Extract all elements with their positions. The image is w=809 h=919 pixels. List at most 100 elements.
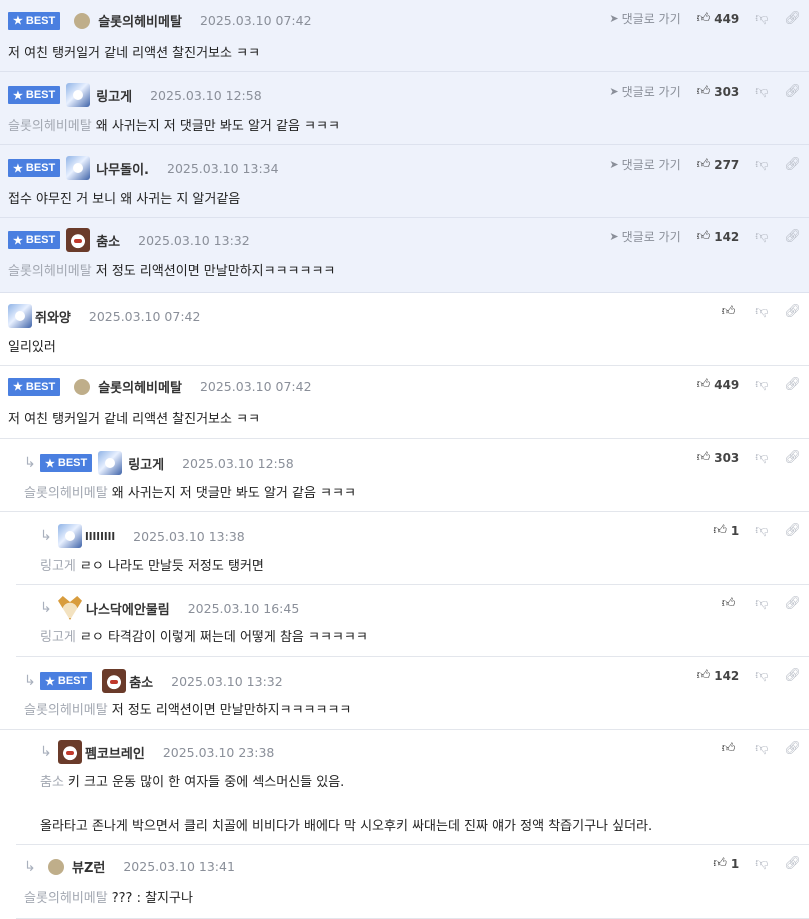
like-button[interactable]: 👍︎ 142 <box>697 229 740 244</box>
thumbs-up-icon: 👍︎ <box>696 11 711 26</box>
avatar[interactable] <box>98 451 123 475</box>
comment-author[interactable]: 나스닥에안물림 <box>86 599 170 618</box>
quote-author[interactable]: 슬롯의헤비메탈 <box>24 703 108 718</box>
link-icon[interactable]: 🔗︎ <box>784 84 801 99</box>
link-icon[interactable]: 🔗︎ <box>784 523 801 538</box>
reply-arrow-icon: ↳ <box>24 455 36 471</box>
link-icon[interactable]: 🔗︎ <box>784 304 801 319</box>
avatar[interactable] <box>66 228 91 252</box>
comment-author[interactable]: 슬롯의헤비메탈 <box>98 11 182 30</box>
comment-date: 2025.03.10 07:42 <box>199 379 312 394</box>
dislike-button[interactable]: 👎︎ <box>755 11 768 26</box>
avatar[interactable] <box>48 858 64 875</box>
like-button[interactable]: 👍︎ <box>722 741 740 756</box>
quote-author[interactable]: 춤소 <box>40 775 64 790</box>
best-badge: ★ BEST <box>40 454 93 472</box>
avatar[interactable] <box>74 378 91 395</box>
dislike-button[interactable]: 👎︎ <box>755 856 768 871</box>
comment-author[interactable]: llllllll <box>85 530 115 543</box>
comment-text: 접수 야무진 거 보니 왜 사귀는 지 알거같음 <box>8 192 241 207</box>
comment-author[interactable]: 쥐와양 <box>35 307 71 326</box>
avatar[interactable] <box>74 12 91 29</box>
goto-comment-link[interactable]: ➤ 댓글로 가기 <box>609 83 680 100</box>
send-arrow-icon: ➤ <box>609 85 619 98</box>
like-button[interactable]: 👍︎ 303 <box>697 84 740 99</box>
comment-text: 일리있러 <box>8 340 56 355</box>
comment-author[interactable]: 춤소 <box>96 231 120 250</box>
like-button[interactable]: 👍︎ <box>722 304 740 319</box>
link-icon[interactable]: 🔗︎ <box>784 377 801 392</box>
quote-author[interactable]: 링고게 <box>40 630 76 645</box>
comment-author[interactable]: 뷰Z런 <box>72 857 105 876</box>
goto-comment-link[interactable]: ➤ 댓글로 가기 <box>609 10 680 27</box>
avatar[interactable] <box>58 740 82 764</box>
like-button[interactable]: 👍︎ 142 <box>697 668 740 683</box>
avatar[interactable] <box>58 524 82 548</box>
avatar[interactable] <box>102 669 127 693</box>
like-button[interactable]: 👍︎ <box>722 596 740 611</box>
quote-author[interactable]: 링고게 <box>40 559 76 574</box>
comment-date: 2025.03.10 13:32 <box>138 232 250 248</box>
comment-author[interactable]: 펨코브레인 <box>85 743 145 762</box>
dislike-button[interactable]: 👎︎ <box>755 668 768 683</box>
avatar[interactable] <box>66 156 91 180</box>
dislike-button[interactable]: 👎︎ <box>755 523 768 538</box>
best-badge: ★ BEST <box>8 231 61 249</box>
like-button[interactable]: 👍︎ 277 <box>697 157 740 172</box>
thumbs-up-icon: 👍︎ <box>696 157 711 172</box>
comment-item: ★ BEST 링고게 2025.03.10 12:58 ➤ 댓글로 가기 👍︎ 303… <box>0 72 809 145</box>
comment-text: 슬롯의헤비메탈 왜 사귀는지 저 댓글만 봐도 알거 같음 ㅋㅋㅋ <box>8 119 340 134</box>
like-button[interactable]: 👍︎ 1 <box>713 523 739 538</box>
best-badge: ★ BEST <box>8 86 61 104</box>
comment-text: 저 여친 탱커일거 같네 리액션 찰진거보소 ㅋㅋ <box>8 412 261 427</box>
comment-text: 링고게 ㄹㅇ 타격감이 이렇게 쩌는데 어떻게 참음 ㅋㅋㅋㅋㅋ <box>40 630 368 645</box>
comment-author[interactable]: 링고게 <box>96 86 132 105</box>
comment-text: 춤소 키 크고 운동 많이 한 여자들 중에 섹스머신들 있음. <box>40 775 345 790</box>
comment-text: 슬롯의헤비메탈??? : 찰지구나 <box>24 891 193 906</box>
link-icon[interactable]: 🔗︎ <box>784 11 801 26</box>
quote-author[interactable]: 슬롯의헤비메탈 <box>24 486 108 501</box>
quote-author[interactable]: 슬롯의헤비메탈 <box>8 119 92 134</box>
dislike-button[interactable]: 👎︎ <box>755 377 768 392</box>
comment-author[interactable]: 나무돌이. <box>96 159 149 178</box>
quote-author[interactable]: 슬롯의헤비메탈 <box>8 264 92 279</box>
goto-comment-link[interactable]: ➤ 댓글로 가기 <box>609 228 680 245</box>
dislike-button[interactable]: 👎︎ <box>755 229 768 244</box>
link-icon[interactable]: 🔗︎ <box>784 668 801 683</box>
like-button[interactable]: 👍︎ 449 <box>697 11 740 26</box>
comment-author[interactable]: 슬롯의헤비메탈 <box>98 377 182 396</box>
like-button[interactable]: 👍︎ 303 <box>697 450 740 465</box>
dislike-button[interactable]: 👎︎ <box>755 304 768 319</box>
star-icon: ★ <box>13 89 23 102</box>
avatar[interactable] <box>58 596 82 620</box>
link-icon[interactable]: 🔗︎ <box>784 157 801 172</box>
send-arrow-icon: ➤ <box>609 230 619 243</box>
quote-author[interactable]: 슬롯의헤비메탈 <box>24 891 108 906</box>
comment-author[interactable]: 춤소 <box>129 672 153 691</box>
link-icon[interactable]: 🔗︎ <box>784 596 801 611</box>
avatar[interactable] <box>66 83 91 107</box>
send-arrow-icon: ➤ <box>609 12 619 25</box>
avatar[interactable] <box>8 304 32 328</box>
reply-arrow-icon: ↳ <box>40 600 52 616</box>
dislike-button[interactable]: 👎︎ <box>755 450 768 465</box>
dislike-button[interactable]: 👎︎ <box>755 596 768 611</box>
star-icon: ★ <box>45 457 55 470</box>
comment-item: ★ BEST 슬롯의헤비메탈 2025.03.10 07:42 ➤ 댓글로 가기 👍… <box>0 0 809 72</box>
link-icon[interactable]: 🔗︎ <box>784 741 801 756</box>
comment-date: 2025.03.10 12:58 <box>150 87 262 103</box>
comment-author[interactable]: 링고게 <box>128 454 164 473</box>
thumbs-up-icon: 👍︎ <box>721 741 736 756</box>
like-button[interactable]: 👍︎ 449 <box>697 377 740 392</box>
star-icon: ★ <box>13 162 23 175</box>
dislike-button[interactable]: 👎︎ <box>755 741 768 756</box>
link-icon[interactable]: 🔗︎ <box>784 450 801 465</box>
dislike-button[interactable]: 👎︎ <box>755 84 768 99</box>
comment-date: 2025.03.10 13:32 <box>171 673 283 689</box>
link-icon[interactable]: 🔗︎ <box>784 229 801 244</box>
link-icon[interactable]: 🔗︎ <box>784 856 801 871</box>
goto-comment-link[interactable]: ➤ 댓글로 가기 <box>609 156 680 173</box>
star-icon: ★ <box>13 381 23 393</box>
like-button[interactable]: 👍︎ 1 <box>713 856 739 871</box>
dislike-button[interactable]: 👎︎ <box>755 157 768 172</box>
